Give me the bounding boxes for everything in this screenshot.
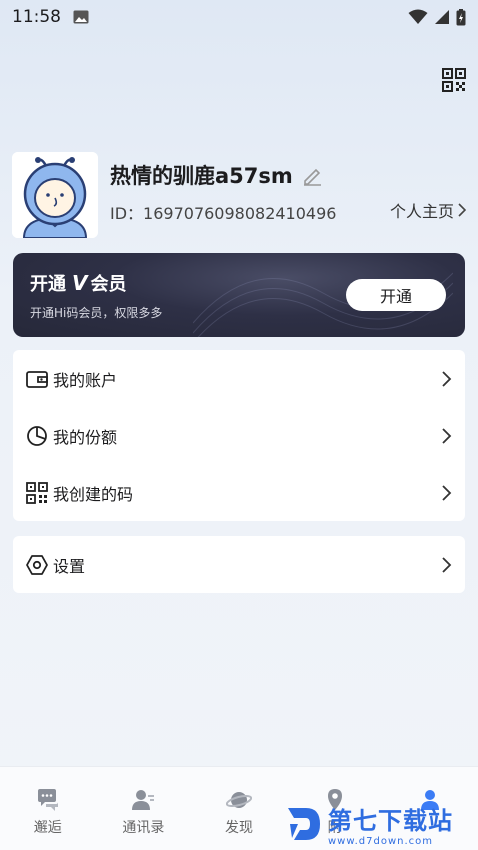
chevron-right-icon [442, 556, 452, 573]
avatar[interactable] [12, 152, 98, 238]
nickname-row: 热情的驯鹿a57sm [110, 160, 323, 190]
contacts-icon [132, 790, 155, 810]
watermark-title: 第七下载站 [328, 807, 453, 835]
menu-item-my-codes[interactable]: 我创建的码 [13, 464, 465, 521]
avatar-cartoon-icon [12, 152, 98, 238]
settings-icon [26, 554, 48, 575]
wallet-icon [26, 370, 48, 388]
tab-label: 通讯录 [122, 820, 165, 836]
wifi-icon [408, 9, 428, 24]
tab-label: 邂逅 [33, 820, 62, 836]
tab-encounter[interactable]: 邂逅 [0, 767, 96, 850]
menu-item-my-account[interactable]: 我的账户 [13, 350, 465, 407]
status-icons [408, 8, 466, 26]
status-bar: 11:58 [0, 0, 478, 34]
vip-card[interactable]: 开通 V 会员 开通Hi码会员，权限多多 开通 [13, 253, 465, 337]
tab-contacts[interactable]: 通讯录 [96, 767, 192, 850]
menu-item-settings[interactable]: 设置 [13, 536, 465, 593]
menu-item-my-share[interactable]: 我的份额 [13, 407, 465, 464]
chevron-right-icon [442, 427, 452, 444]
menu-item-label: 我的份额 [53, 427, 118, 447]
chevron-right-icon [442, 484, 452, 501]
edit-pencil-icon[interactable] [301, 164, 323, 186]
battery-charging-icon [456, 8, 466, 25]
vip-title: 开通 V 会员 [30, 270, 126, 296]
menu-item-label: 我创建的码 [53, 484, 134, 504]
vip-title-prefix: 开通 [30, 274, 66, 295]
pie-chart-icon [27, 425, 47, 446]
settings-card: 设置 [13, 536, 465, 593]
image-notification-icon [73, 10, 89, 24]
open-vip-button[interactable]: 开通 [346, 279, 446, 311]
chevron-right-icon [442, 370, 452, 387]
tab-label: 发现 [224, 820, 253, 836]
tab-discover[interactable]: 发现 [191, 767, 287, 850]
menu-item-label: 设置 [53, 556, 86, 576]
homepage-label: 个人主页 [389, 202, 454, 221]
profile-header: 热情的驯鹿a57sm ID：1697076098082410496 个人主页 [12, 152, 466, 238]
qr-code-icon [26, 481, 48, 504]
watermark-logo-icon [288, 808, 320, 840]
watermark-url: www.d7down.com [328, 836, 434, 847]
qr-code-icon[interactable] [442, 68, 466, 92]
homepage-link[interactable]: 个人主页 [390, 198, 466, 222]
vip-subtitle: 开通Hi码会员，权限多多 [30, 306, 163, 320]
nickname: 热情的驯鹿a57sm [110, 164, 293, 188]
menu-card: 我的账户 我的份额 我创建的码 [13, 350, 465, 521]
planet-icon [225, 792, 252, 808]
chevron-right-icon [458, 203, 466, 217]
chat-bubbles-icon [37, 789, 58, 811]
watermark: 第七下载站 www.d7down.com [284, 798, 478, 850]
status-time: 11:58 [12, 7, 61, 27]
signal-icon [435, 10, 449, 24]
vip-title-suffix: 会员 [90, 274, 127, 295]
menu-item-label: 我的账户 [53, 370, 118, 390]
vip-v-logo: V [72, 271, 88, 295]
user-id: ID：1697076098082410496 [110, 204, 337, 223]
